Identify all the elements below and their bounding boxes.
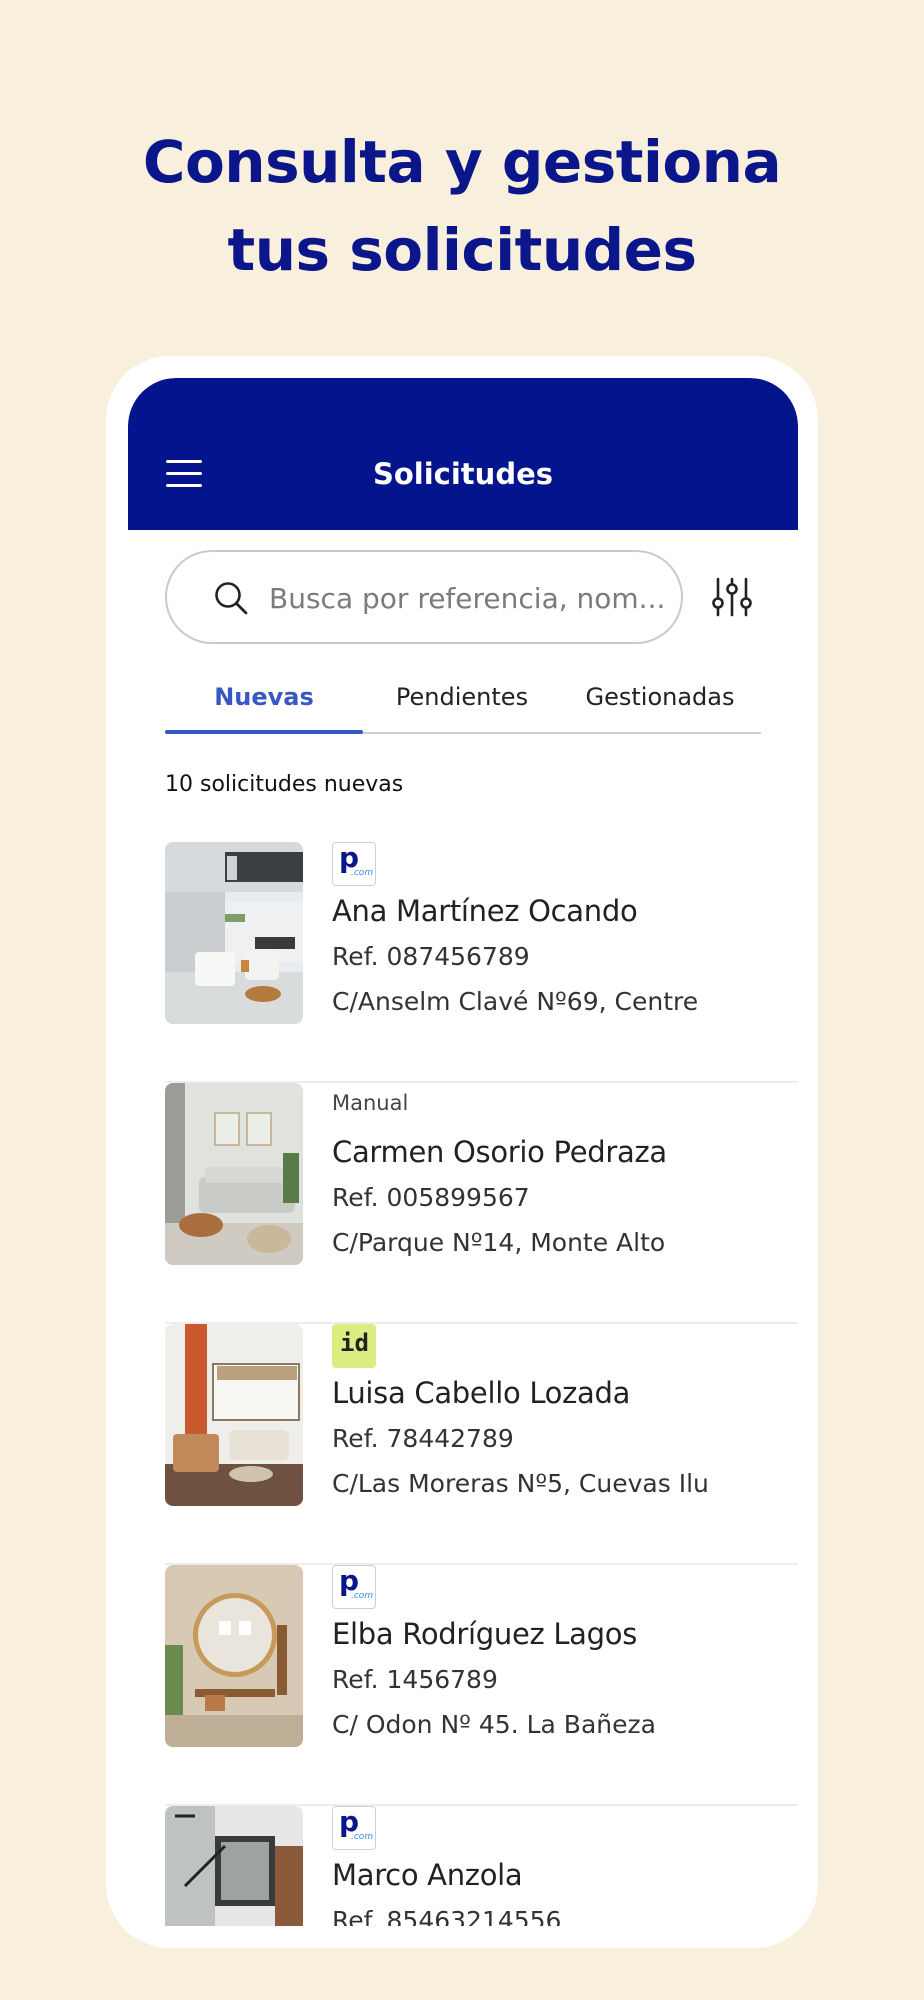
client-name: Elba Rodríguez Lagos bbox=[332, 1617, 638, 1651]
property-photo bbox=[165, 842, 303, 1024]
address: C/Parque Nº14, Monte Alto bbox=[332, 1228, 666, 1257]
app-screen: Solicitudes Nuevas Pendientes bbox=[128, 378, 798, 1926]
property-photo bbox=[165, 1806, 303, 1926]
logo-suffix: .com bbox=[351, 868, 374, 878]
list-item[interactable]: p .com Marco Anzola Ref. 85463214556 bbox=[165, 1805, 798, 1926]
request-list: p .com Ana Martínez Ocando Ref. 08745678… bbox=[165, 841, 798, 1926]
logo-suffix: .com bbox=[351, 1832, 374, 1842]
address: C/Las Moreras Nº5, Cuevas Ilu bbox=[332, 1469, 709, 1498]
property-photo bbox=[165, 1565, 303, 1747]
tab-label: Pendientes bbox=[395, 683, 529, 711]
page-title: Solicitudes bbox=[372, 457, 554, 491]
headline-line-2: tus solicitudes bbox=[227, 216, 697, 284]
list-item[interactable]: p .com Ana Martínez Ocando Ref. 08745678… bbox=[165, 841, 798, 1083]
logo-text: id bbox=[340, 1329, 369, 1357]
active-tab-indicator bbox=[165, 730, 363, 734]
tab-gestionadas[interactable]: Gestionadas bbox=[561, 674, 759, 732]
headline-line-1: Consulta y gestiona bbox=[142, 128, 782, 196]
portal-logo-icon: p .com bbox=[332, 1564, 376, 1609]
sliders-filter-icon[interactable] bbox=[710, 575, 754, 619]
portal-logo-icon: p .com bbox=[332, 841, 376, 886]
app-header: Solicitudes bbox=[128, 378, 798, 530]
tab-label: Nuevas bbox=[214, 683, 314, 711]
reference: Ref. 85463214556 bbox=[332, 1906, 562, 1926]
address: C/Anselm Clavé Nº69, Centre bbox=[332, 987, 699, 1016]
source-label: Manual bbox=[332, 1091, 409, 1115]
tab-nuevas[interactable]: Nuevas bbox=[165, 674, 363, 734]
address: C/ Odon Nº 45. La Bañeza bbox=[332, 1710, 656, 1739]
search-input[interactable] bbox=[269, 570, 665, 626]
client-name: Ana Martínez Ocando bbox=[332, 894, 638, 928]
list-item[interactable]: p .com Elba Rodríguez Lagos Ref. 1456789… bbox=[165, 1564, 798, 1806]
property-photo bbox=[165, 1083, 303, 1265]
list-item[interactable]: Manual Carmen Osorio Pedraza Ref. 005899… bbox=[165, 1083, 798, 1324]
client-name: Carmen Osorio Pedraza bbox=[332, 1135, 667, 1169]
search-icon bbox=[215, 582, 248, 615]
id-portal-logo-icon: id bbox=[332, 1324, 376, 1368]
results-count: 10 solicitudes nuevas bbox=[165, 772, 404, 797]
property-photo bbox=[165, 1324, 303, 1506]
reference: Ref. 087456789 bbox=[332, 942, 530, 971]
tab-label: Gestionadas bbox=[585, 683, 735, 711]
client-name: Marco Anzola bbox=[332, 1858, 523, 1892]
phone-frame: Solicitudes Nuevas Pendientes bbox=[106, 356, 818, 1948]
promo-headline: Consulta y gestiona tus solicitudes bbox=[0, 118, 924, 294]
tab-bar: Nuevas Pendientes Gestionadas bbox=[165, 674, 761, 734]
search-bar[interactable] bbox=[165, 550, 683, 644]
tab-pendientes[interactable]: Pendientes bbox=[363, 674, 561, 732]
reference: Ref. 005899567 bbox=[332, 1183, 530, 1212]
portal-logo-icon: p .com bbox=[332, 1805, 376, 1850]
list-item[interactable]: id Luisa Cabello Lozada Ref. 78442789 C/… bbox=[165, 1324, 798, 1565]
reference: Ref. 1456789 bbox=[332, 1665, 498, 1694]
reference: Ref. 78442789 bbox=[332, 1424, 514, 1453]
logo-suffix: .com bbox=[351, 1591, 374, 1601]
client-name: Luisa Cabello Lozada bbox=[332, 1376, 631, 1410]
